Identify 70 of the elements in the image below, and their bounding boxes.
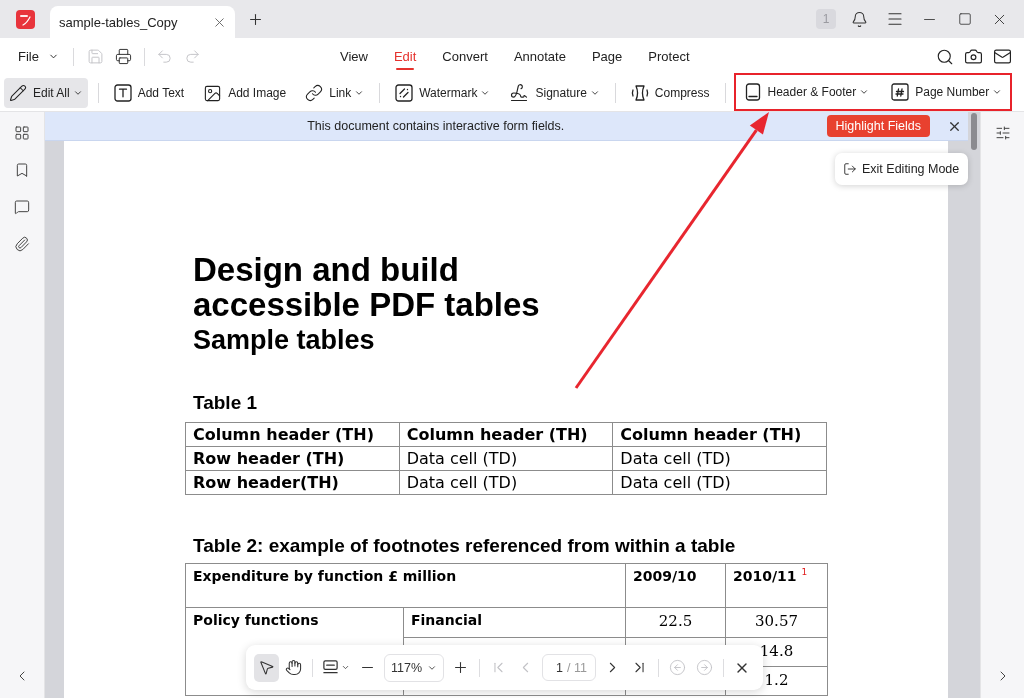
tool-button[interactable]: Page Number (886, 77, 1008, 107)
menu-tab[interactable]: Convert (442, 38, 488, 75)
print-icon[interactable] (115, 48, 133, 65)
bookmark-icon[interactable] (14, 162, 30, 178)
zoom-select[interactable]: 117% (384, 653, 445, 682)
pointer-tool-button[interactable] (254, 653, 279, 682)
pointer-icon (258, 659, 275, 676)
tool-button[interactable]: Add Text (108, 78, 190, 108)
display-mode-icon[interactable] (322, 659, 339, 676)
table-cell: Data cell (TD) (612, 470, 827, 495)
info-message: This document contains interactive form fields. (306, 119, 566, 133)
mail-icon[interactable] (993, 47, 1012, 66)
column-header: Expenditure by function £ million (185, 563, 626, 608)
image-icon (203, 83, 223, 103)
maximize-icon[interactable] (957, 12, 972, 26)
exit-editing-mode-button[interactable]: Exit Editing Mode (835, 153, 968, 185)
menu-tab[interactable]: View (340, 38, 368, 75)
exit-icon (843, 162, 857, 176)
hash-box-icon (891, 83, 910, 101)
menu-tab[interactable]: Page (591, 38, 623, 75)
document-title: Design and build accessible PDF tables (192, 252, 541, 322)
page-number-field[interactable]: 1 / 11 (542, 654, 596, 681)
table-cell: 30.57 (725, 607, 828, 638)
row-header: Row header(TH) (185, 470, 400, 495)
table-cell: 22.5 (625, 607, 726, 638)
highlight-fields-button[interactable]: Highlight Fields (826, 115, 930, 137)
table-cell: Data cell (TD) (612, 446, 827, 471)
document-subtitle: Sample tables (192, 325, 375, 355)
thumbnails-icon[interactable] (14, 125, 30, 141)
column-header: 2009/10 (625, 563, 726, 608)
table-cell: Data cell (TD) (399, 446, 613, 471)
tool-button[interactable]: Header & Footer (738, 77, 875, 107)
menu-icon[interactable] (885, 10, 904, 28)
sliders-icon[interactable] (994, 125, 1011, 141)
menu-tab[interactable]: Annotate (513, 38, 566, 75)
pencil-icon (9, 84, 27, 102)
signature-icon (509, 83, 530, 103)
file-menu[interactable]: File (12, 43, 65, 70)
camera-icon[interactable] (964, 47, 983, 66)
scrollbar-thumb[interactable] (971, 113, 977, 150)
bell-icon[interactable] (851, 10, 868, 28)
hand-icon[interactable] (285, 659, 302, 676)
text-box-icon (113, 84, 132, 102)
tool-button[interactable]: Add Image (198, 78, 292, 108)
menu-tab[interactable]: Edit (393, 38, 417, 75)
row-header: Row header (TH) (185, 446, 400, 471)
caret-icon[interactable] (341, 663, 350, 672)
menu-tab[interactable]: Protect (648, 38, 690, 75)
row-header: Financial (403, 607, 626, 638)
tool-button[interactable]: Edit All (4, 78, 88, 108)
comment-icon[interactable] (14, 199, 30, 215)
column-header: Column header (TH) (399, 422, 613, 447)
link-icon (305, 84, 324, 102)
tool-button[interactable]: Compress (625, 78, 715, 108)
watermark-icon (395, 84, 414, 102)
column-header: Column header (TH) (185, 422, 400, 447)
table-caption: Table 2: example of footnotes referenced from within a table (192, 535, 736, 557)
column-header: Column header (TH) (612, 422, 827, 447)
compress-icon (630, 84, 649, 102)
column-header: 2010/11 $^{1}$ (725, 563, 828, 608)
table-cell: Data cell (TD) (399, 470, 613, 495)
tool-button[interactable]: Signature (504, 78, 605, 108)
document-tab[interactable]: sample-tables_Copy (50, 6, 235, 38)
page-icon (743, 83, 762, 101)
table-caption: Table 1 (192, 392, 258, 414)
app-logo-icon (16, 9, 35, 29)
search-icon[interactable] (936, 47, 954, 66)
tool-button[interactable]: Watermark (390, 78, 496, 108)
paperclip-icon[interactable] (14, 236, 30, 252)
tool-button[interactable]: Link (300, 78, 370, 108)
